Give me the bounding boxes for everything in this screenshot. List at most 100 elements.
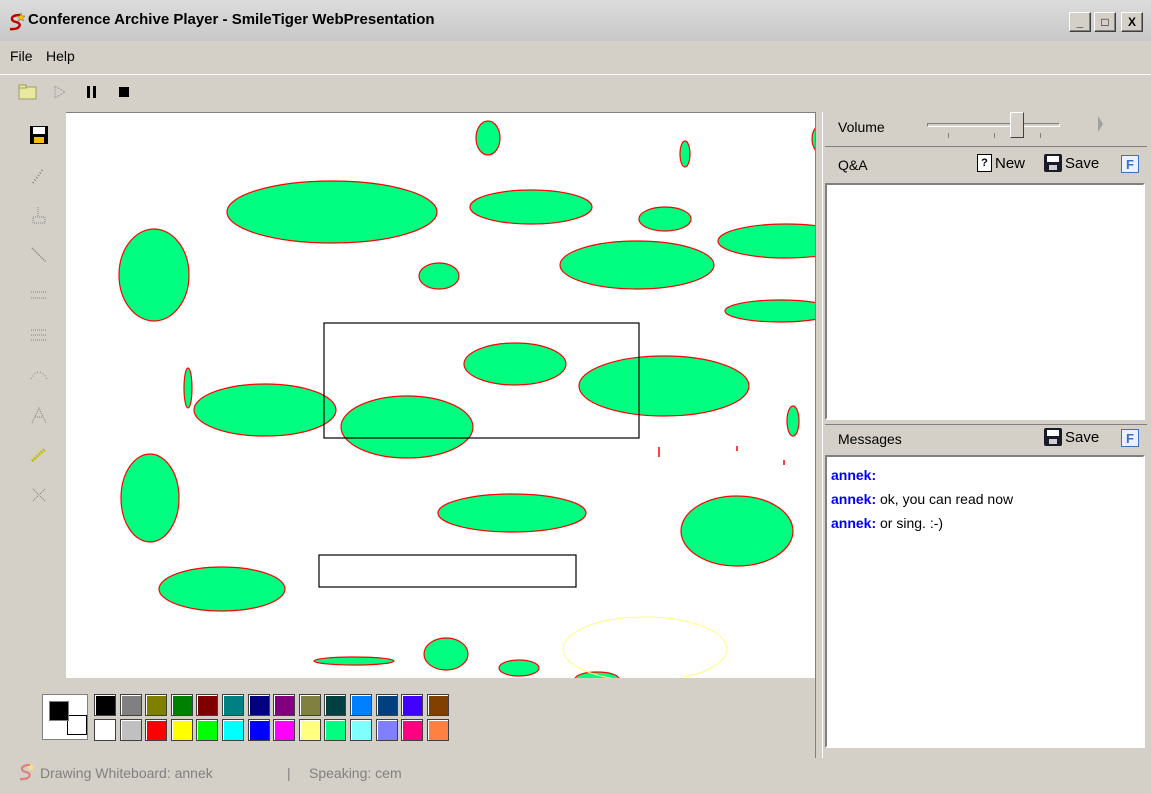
whiteboard-canvas[interactable] xyxy=(66,112,815,678)
volume-max-icon xyxy=(1098,116,1103,132)
qa-save-button[interactable]: Save xyxy=(1044,154,1099,172)
rectangle-shape xyxy=(318,554,577,588)
color-swatch[interactable] xyxy=(94,719,116,741)
color-swatch[interactable] xyxy=(350,694,372,716)
qa-new-button[interactable]: ? New xyxy=(977,154,1025,172)
playback-toolbar xyxy=(0,74,1151,108)
volume-track[interactable] xyxy=(927,123,1060,127)
color-swatch[interactable] xyxy=(170,694,193,716)
title-bar: Conference Archive Player - SmileTiger W… xyxy=(0,0,1151,41)
ellipse-shape xyxy=(498,659,540,677)
qa-save-label: Save xyxy=(1065,154,1100,172)
highlighter-icon[interactable] xyxy=(22,438,56,472)
ellipse-shape xyxy=(578,355,750,417)
stop-icon[interactable] xyxy=(114,83,134,101)
status-separator: | xyxy=(287,765,291,781)
color-swatch[interactable] xyxy=(375,719,398,741)
ellipse-shape xyxy=(638,206,692,232)
ellipse-shape xyxy=(717,223,815,259)
color-swatch[interactable] xyxy=(324,694,347,716)
color-swatch[interactable] xyxy=(247,719,270,741)
ellipse-shape xyxy=(340,395,474,459)
ellipse-shape xyxy=(724,299,815,323)
message-user: annek: xyxy=(831,467,877,483)
ellipse-shape xyxy=(786,405,800,437)
color-swatch[interactable] xyxy=(222,719,244,741)
color-swatch[interactable] xyxy=(196,719,219,741)
ellipse-shape xyxy=(313,656,395,666)
ellipse-shape xyxy=(118,228,190,322)
save-icon[interactable] xyxy=(22,118,56,152)
color-swatch[interactable] xyxy=(324,719,347,741)
color-swatch[interactable] xyxy=(273,694,296,716)
dotted-line-icon[interactable] xyxy=(22,278,56,312)
messages-list[interactable]: annek: annek: ok, you can read now annek… xyxy=(825,455,1145,748)
divider xyxy=(825,146,1147,147)
color-swatch[interactable] xyxy=(298,694,321,716)
message-row: annek: or sing. :-) xyxy=(831,511,1139,535)
volume-slider-thumb[interactable] xyxy=(1010,112,1025,138)
dashed-line-icon[interactable] xyxy=(22,318,56,352)
volume-tick xyxy=(948,133,949,138)
color-swatch[interactable] xyxy=(145,719,168,741)
pause-icon[interactable] xyxy=(82,83,102,101)
qa-label: Q&A xyxy=(838,157,868,173)
curve-icon[interactable] xyxy=(22,358,56,392)
splitter-handle[interactable] xyxy=(815,112,823,758)
save-icon xyxy=(1044,154,1062,172)
color-swatch[interactable] xyxy=(119,694,142,716)
marker-icon[interactable] xyxy=(22,198,56,232)
text-icon[interactable] xyxy=(22,398,56,432)
open-icon[interactable] xyxy=(18,83,38,101)
ellipse-outline xyxy=(562,616,728,678)
ellipse-shapes xyxy=(118,120,815,678)
play-icon[interactable] xyxy=(50,83,70,101)
message-row: annek: ok, you can read now xyxy=(831,487,1139,511)
ellipse-shape xyxy=(680,495,794,567)
qa-new-label: New xyxy=(995,154,1026,172)
ellipse-shape xyxy=(158,566,286,612)
color-swatch[interactable] xyxy=(222,694,244,716)
message-text: ok, you can read now xyxy=(880,491,1014,507)
color-swatch[interactable] xyxy=(426,694,449,716)
color-swatch[interactable] xyxy=(119,719,142,741)
color-swatch[interactable] xyxy=(401,719,424,741)
drawing-tools xyxy=(16,112,62,680)
maximize-button[interactable]: □ xyxy=(1094,12,1116,32)
message-user: annek: xyxy=(831,491,877,507)
menu-file[interactable]: File xyxy=(10,48,33,64)
menu-help[interactable]: Help xyxy=(46,48,75,64)
color-swatch[interactable] xyxy=(273,719,296,741)
line-icon[interactable] xyxy=(22,238,56,272)
whiteboard-drawing xyxy=(118,120,815,678)
messages-format-icon[interactable]: F xyxy=(1121,429,1139,447)
ellipse-shape xyxy=(463,342,567,386)
minimize-button[interactable]: _ xyxy=(1069,12,1091,32)
color-swatch[interactable] xyxy=(350,719,372,741)
qa-format-icon[interactable]: F xyxy=(1121,155,1139,173)
color-swatch[interactable] xyxy=(426,719,449,741)
foreground-color-well[interactable] xyxy=(49,701,69,721)
ellipse-shape xyxy=(193,383,337,437)
message-user: annek: xyxy=(831,515,877,531)
qa-list[interactable] xyxy=(825,183,1145,420)
smiletiger-status-icon xyxy=(19,763,35,781)
close-button[interactable]: X xyxy=(1121,12,1143,32)
ellipse-shape xyxy=(559,240,715,290)
color-swatch[interactable] xyxy=(145,694,168,716)
color-swatch[interactable] xyxy=(375,694,398,716)
ellipse-shape xyxy=(469,189,593,225)
eraser-icon[interactable] xyxy=(22,478,56,512)
color-swatch[interactable] xyxy=(247,694,270,716)
color-swatch[interactable] xyxy=(196,694,219,716)
color-swatch[interactable] xyxy=(170,719,193,741)
color-swatch[interactable] xyxy=(298,719,321,741)
color-swatch[interactable] xyxy=(94,694,116,716)
pencil-icon[interactable] xyxy=(22,158,56,192)
messages-save-button[interactable]: Save xyxy=(1044,428,1099,446)
ellipse-shape xyxy=(423,637,469,671)
background-color-well[interactable] xyxy=(67,715,87,735)
color-wells[interactable] xyxy=(42,694,88,740)
color-swatch[interactable] xyxy=(401,694,424,716)
message-text: or sing. :-) xyxy=(880,515,944,531)
